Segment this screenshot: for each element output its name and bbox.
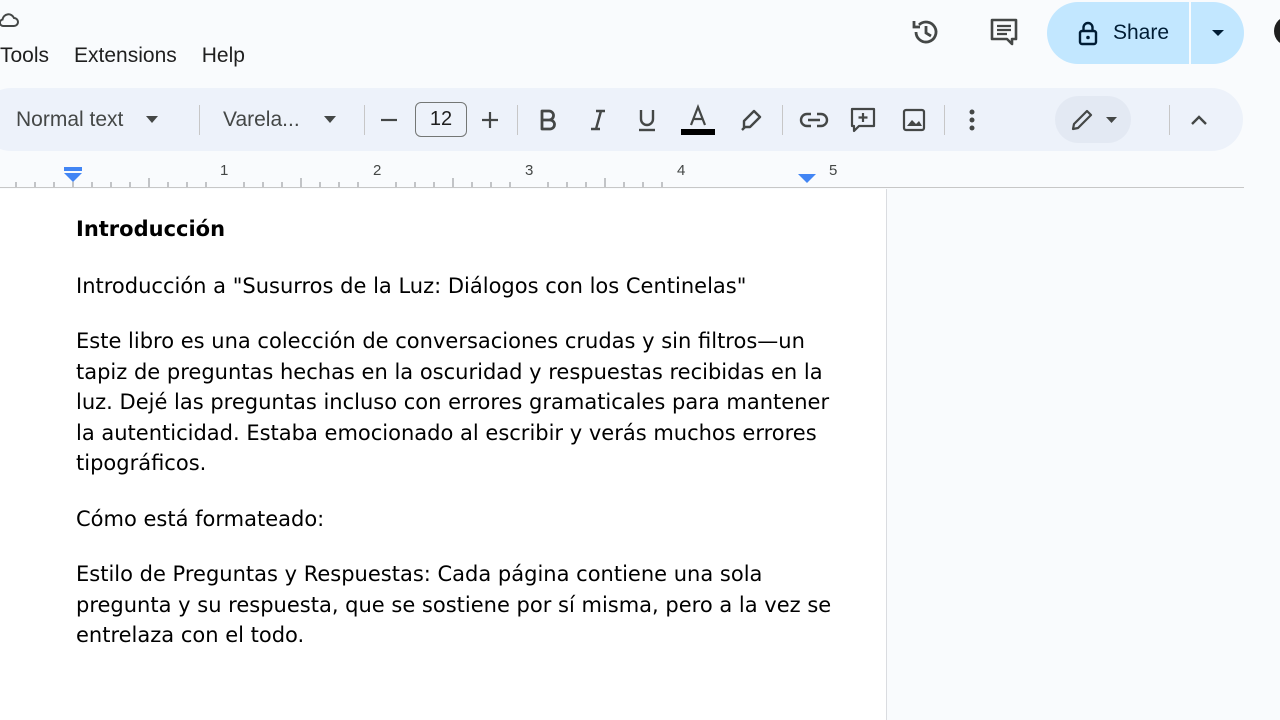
font-size-input[interactable]: 12 — [415, 102, 467, 137]
comment-icon — [990, 18, 1018, 46]
formatting-toolbar: Normal text Varela... 12 — [0, 88, 1243, 151]
toolbar-divider — [364, 105, 365, 135]
toolbar-divider — [782, 105, 783, 135]
doc-paragraph: Este libro es una colección de conversac… — [76, 329, 830, 475]
ruler-baseline — [0, 187, 1244, 188]
toolbar-divider — [944, 105, 945, 135]
minus-icon — [381, 118, 397, 121]
caret-down-icon — [1105, 116, 1117, 123]
font-family-dropdown[interactable]: Varela... — [223, 88, 337, 151]
text-color-button[interactable] — [680, 88, 716, 151]
share-button[interactable]: Share — [1047, 2, 1189, 64]
doc-paragraph: Cómo está formateado: — [76, 506, 325, 531]
ruler-label: 3 — [525, 162, 534, 179]
bold-button[interactable] — [537, 88, 559, 151]
toolbar-divider — [517, 105, 518, 135]
caret-down-icon — [1211, 30, 1224, 36]
editing-mode-button[interactable] — [1055, 96, 1131, 143]
image-icon — [902, 108, 926, 131]
open-comments-button[interactable] — [982, 10, 1026, 54]
ruler-label: 1 — [220, 162, 229, 179]
ruler-label: 4 — [677, 162, 686, 179]
menu-tools[interactable]: Tools — [0, 44, 49, 68]
version-history-button[interactable] — [904, 10, 948, 54]
increase-font-size-button[interactable] — [479, 88, 501, 151]
document-body[interactable]: Introducción Introducción a "Susurros de… — [76, 214, 836, 676]
decrease-font-size-button[interactable] — [378, 88, 400, 151]
text-color-icon — [681, 103, 715, 135]
cloud-saved-icon[interactable] — [0, 10, 20, 35]
share-group: Share — [1047, 2, 1244, 64]
paragraph-style-label: Normal text — [16, 107, 124, 131]
underline-button[interactable] — [636, 88, 658, 151]
plus-icon — [482, 111, 498, 128]
highlighter-icon — [741, 109, 762, 131]
link-icon — [799, 112, 829, 127]
history-icon — [912, 20, 938, 44]
caret-down-icon — [146, 116, 159, 123]
bold-icon — [540, 109, 556, 130]
insert-link-button[interactable] — [799, 88, 829, 151]
add-comment-button[interactable] — [849, 88, 877, 151]
toolbar-divider — [1169, 105, 1170, 135]
ruler-label: 2 — [373, 162, 382, 179]
highlight-color-button[interactable] — [739, 88, 765, 151]
paragraph-style-dropdown[interactable]: Normal text — [16, 88, 159, 151]
insert-image-button[interactable] — [901, 88, 927, 151]
share-options-button[interactable] — [1191, 2, 1244, 64]
italic-button[interactable] — [587, 88, 609, 151]
doc-paragraph: Estilo de Preguntas y Respuestas: Cada p… — [76, 562, 832, 647]
menu-extensions[interactable]: Extensions — [74, 44, 177, 68]
left-indent-marker[interactable] — [63, 167, 83, 185]
account-avatar[interactable] — [1274, 16, 1280, 46]
add-comment-icon — [850, 107, 876, 132]
right-indent-marker[interactable] — [797, 173, 817, 185]
underline-icon — [639, 109, 655, 131]
menu-help[interactable]: Help — [202, 44, 245, 68]
caret-down-icon — [323, 116, 336, 123]
menu-bar: Tools Extensions Help — [0, 42, 270, 70]
ruler-label: 5 — [829, 162, 838, 179]
chevron-up-icon — [1191, 114, 1207, 125]
doc-heading: Introducción — [76, 217, 226, 241]
lock-icon — [1078, 21, 1098, 46]
share-label: Share — [1113, 21, 1170, 44]
ruler-ticks — [15, 178, 663, 187]
horizontal-ruler[interactable]: 1 2 3 4 5 — [0, 160, 1244, 188]
more-options-button[interactable] — [968, 88, 976, 151]
more-vert-icon — [969, 109, 975, 130]
font-family-label: Varela... — [223, 107, 300, 131]
top-bar: Tools Extensions Help Share — [0, 0, 1280, 84]
doc-paragraph: Introducción a "Susurros de la Luz: Diál… — [76, 273, 747, 298]
pencil-icon — [1071, 109, 1092, 130]
toolbar-divider — [199, 105, 200, 135]
hide-menus-button[interactable] — [1189, 88, 1209, 151]
italic-icon — [591, 109, 605, 130]
canvas-background — [887, 189, 1280, 720]
